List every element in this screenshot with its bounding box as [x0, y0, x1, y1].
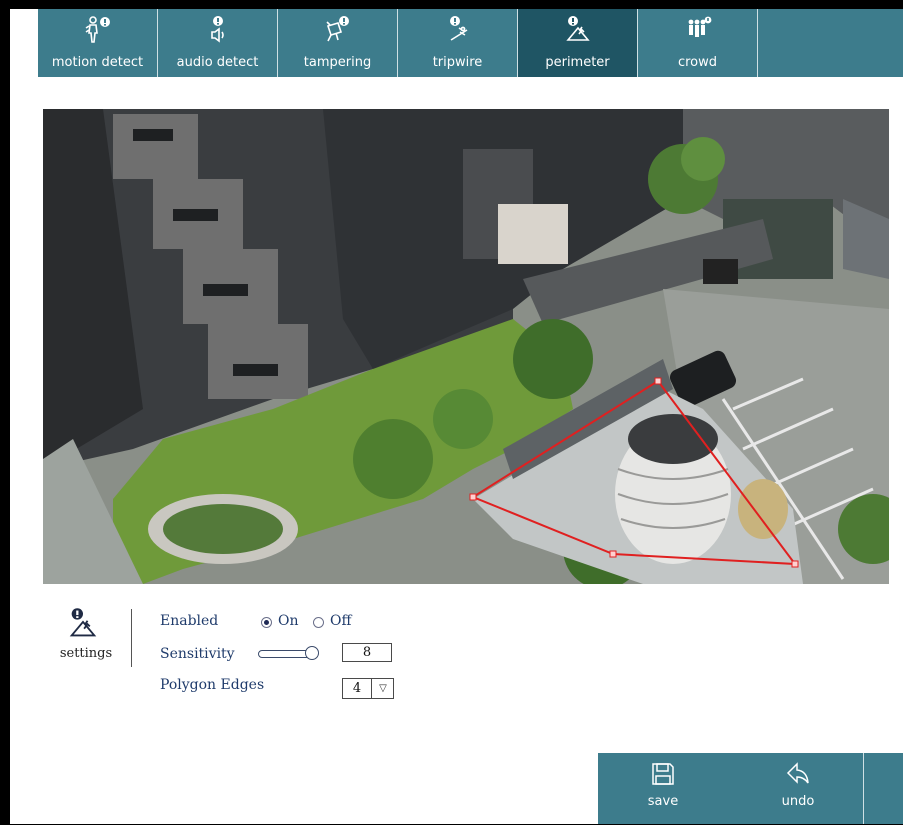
settings-label: settings	[59, 646, 113, 661]
enabled-off-label: Off	[330, 613, 352, 629]
audio-detect-icon	[210, 16, 224, 43]
save-label: save	[647, 794, 679, 809]
action-bar: save undo	[598, 753, 903, 824]
sensitivity-slider-handle[interactable]	[305, 646, 319, 660]
tab-label: motion detect	[51, 55, 144, 70]
camera-image	[43, 109, 889, 584]
camera-view[interactable]	[43, 109, 889, 584]
tampering-icon	[325, 16, 349, 42]
tab-perimeter[interactable]: perimeter	[518, 9, 638, 77]
tab-audio-detect[interactable]: audio detect	[158, 9, 278, 77]
perimeter-icon	[565, 16, 590, 41]
sensitivity-label: Sensitivity	[160, 646, 235, 662]
action-divider	[863, 753, 864, 824]
dropdown-arrow-icon: ▽	[371, 679, 394, 698]
tab-label: audio detect	[176, 55, 259, 70]
tab-label: perimeter	[545, 55, 610, 70]
enabled-on-radio[interactable]	[261, 617, 272, 628]
crowd-icon	[688, 16, 711, 37]
detection-tab-bar: motion detect audio detect tampering tri…	[38, 9, 903, 77]
polygon-edges-value: 4	[352, 681, 362, 696]
tab-tripwire[interactable]: tripwire	[398, 9, 518, 77]
polygon-edges-select[interactable]: 4 ▽	[342, 678, 394, 699]
save-button[interactable]: save	[598, 753, 728, 824]
enabled-label: Enabled	[160, 613, 219, 629]
tab-tampering[interactable]: tampering	[278, 9, 398, 77]
undo-icon	[786, 762, 809, 784]
undo-label: undo	[781, 794, 815, 809]
save-icon	[652, 763, 674, 785]
polygon-edges-label: Polygon Edges	[160, 677, 265, 693]
app-window: motion detect audio detect tampering tri…	[10, 9, 903, 824]
tab-crowd[interactable]: crowd	[638, 9, 758, 77]
tripwire-icon	[449, 16, 467, 41]
enabled-on-label: On	[278, 613, 299, 629]
tab-motion-detect[interactable]: motion detect	[38, 9, 158, 77]
tab-label: tampering	[303, 55, 372, 70]
motion-detect-icon	[85, 16, 110, 43]
settings-button[interactable]: settings	[46, 604, 131, 674]
tab-label: tripwire	[432, 55, 483, 70]
enabled-off-radio[interactable]	[313, 617, 324, 628]
sensitivity-value-field[interactable]: 8	[342, 643, 392, 662]
tab-label: crowd	[677, 55, 718, 70]
perimeter-settings-icon	[69, 608, 97, 637]
settings-divider	[131, 609, 132, 667]
undo-button[interactable]: undo	[733, 753, 863, 824]
